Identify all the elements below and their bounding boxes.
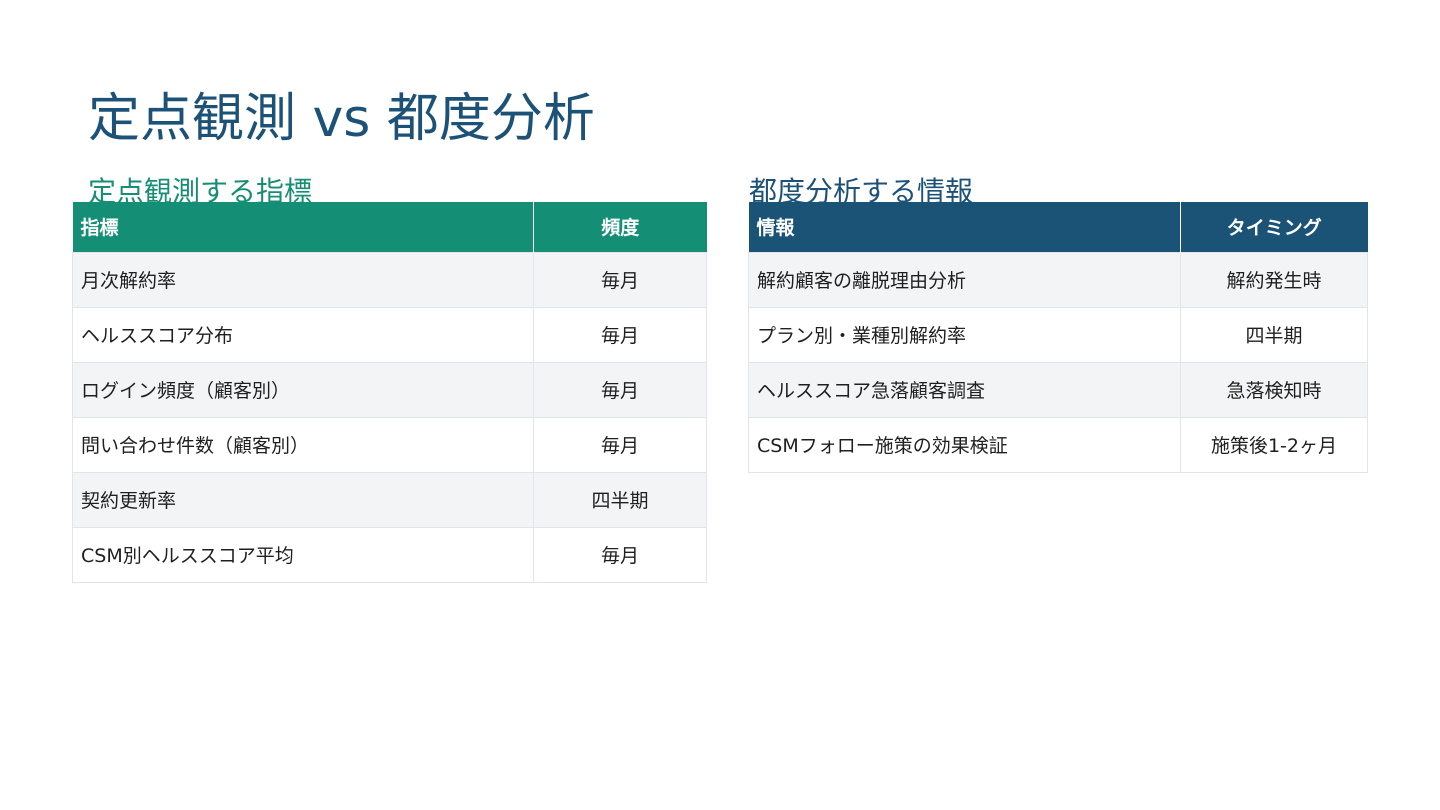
frequency-cell: 四半期 xyxy=(533,471,707,528)
table-header-row: 情報 タイミング xyxy=(748,202,1368,252)
frequency-cell: 毎月 xyxy=(533,526,707,583)
info-cell: ヘルススコア急落顧客調査 xyxy=(748,361,1181,418)
timing-cell: 施策後1-2ヶ月 xyxy=(1180,416,1368,473)
adhoc-analysis-table: 情報 タイミング 解約顧客の離脱理由分析 解約発生時 プラン別・業種別解約率 四… xyxy=(748,202,1368,473)
page-title: 定点観測 vs 都度分析 xyxy=(88,88,595,149)
frequency-cell: 毎月 xyxy=(533,361,707,418)
frequency-cell: 毎月 xyxy=(533,416,707,473)
metric-cell: ログイン頻度（顧客別） xyxy=(72,361,534,418)
table-row: CSMフォロー施策の効果検証 施策後1-2ヶ月 xyxy=(748,416,1368,473)
fixed-metrics-table: 指標 頻度 月次解約率 毎月 ヘルススコア分布 毎月 ログイン頻度（顧客別） 毎… xyxy=(72,202,707,583)
frequency-cell: 毎月 xyxy=(533,306,707,363)
metric-cell: ヘルススコア分布 xyxy=(72,306,534,363)
table-row: 解約顧客の離脱理由分析 解約発生時 xyxy=(748,251,1368,308)
frequency-cell: 毎月 xyxy=(533,251,707,308)
timing-cell: 急落検知時 xyxy=(1180,361,1368,418)
column-header-frequency: 頻度 xyxy=(533,202,707,252)
table-row: ヘルススコア急落顧客調査 急落検知時 xyxy=(748,361,1368,418)
table-row: 月次解約率 毎月 xyxy=(72,251,707,308)
info-cell: プラン別・業種別解約率 xyxy=(748,306,1181,363)
metric-cell: 契約更新率 xyxy=(72,471,534,528)
table-row: 問い合わせ件数（顧客別） 毎月 xyxy=(72,416,707,473)
table-row: ヘルススコア分布 毎月 xyxy=(72,306,707,363)
column-header-info: 情報 xyxy=(748,202,1181,252)
timing-cell: 四半期 xyxy=(1180,306,1368,363)
table-row: プラン別・業種別解約率 四半期 xyxy=(748,306,1368,363)
table-row: 契約更新率 四半期 xyxy=(72,471,707,528)
metric-cell: 問い合わせ件数（顧客別） xyxy=(72,416,534,473)
table-header-row: 指標 頻度 xyxy=(72,202,707,252)
info-cell: CSMフォロー施策の効果検証 xyxy=(748,416,1181,473)
metric-cell: 月次解約率 xyxy=(72,251,534,308)
timing-cell: 解約発生時 xyxy=(1180,251,1368,308)
info-cell: 解約顧客の離脱理由分析 xyxy=(748,251,1181,308)
metric-cell: CSM別ヘルススコア平均 xyxy=(72,526,534,583)
column-header-metric: 指標 xyxy=(72,202,534,252)
table-row: ログイン頻度（顧客別） 毎月 xyxy=(72,361,707,418)
column-header-timing: タイミング xyxy=(1180,202,1368,252)
table-row: CSM別ヘルススコア平均 毎月 xyxy=(72,526,707,583)
